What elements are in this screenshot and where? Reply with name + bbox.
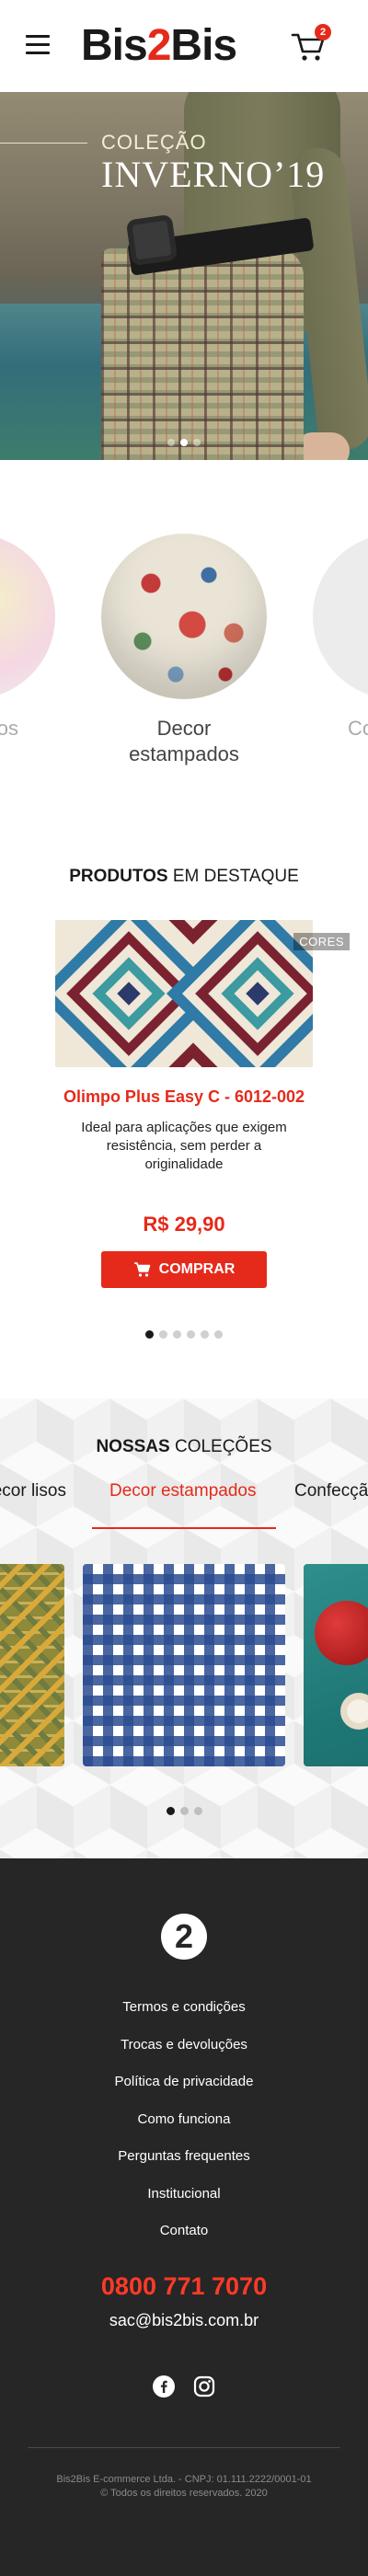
footer-link-institucional[interactable]: Institucional	[0, 2176, 368, 2214]
product-dot[interactable]	[159, 1330, 167, 1339]
collections-section: NOSSAS COLEÇÕES Decor lisos Decor estamp…	[0, 1398, 368, 1858]
tab-decor-lisos[interactable]: Decor lisos	[0, 1481, 66, 1501]
featured-products: PRODUTOS EM DESTAQUE CORES Olimpo Plus E…	[0, 810, 368, 1398]
hero-kicker: COLEÇÃO	[101, 131, 207, 154]
tab-decor-estampados[interactable]: Decor estampados	[109, 1481, 256, 1501]
tile-flower-motif	[340, 1693, 368, 1730]
collection-dot[interactable]	[179, 1807, 189, 1815]
buy-button[interactable]: COMPRAR	[101, 1251, 267, 1288]
hero-carousel-dots	[0, 434, 368, 451]
buy-button-label: COMPRAR	[158, 1261, 236, 1277]
tile-cherry-motif	[315, 1601, 368, 1665]
collection-dot-active[interactable]	[166, 1807, 175, 1815]
logo-text-bis: Bis	[81, 21, 148, 70]
cart-count-badge: 2	[315, 24, 331, 40]
shopping-cart-button[interactable]: 2	[291, 24, 331, 63]
footer-divider	[28, 2447, 340, 2448]
footer-link-como-funciona[interactable]: Como funciona	[0, 2101, 368, 2139]
collections-tabs: Decor lisos Decor estampados Confecção	[0, 1481, 368, 1518]
category-label-confeccao[interactable]: Co	[348, 716, 368, 742]
facebook-icon[interactable]	[152, 2375, 175, 2402]
site-logo[interactable]: Bis2Bis	[81, 20, 237, 72]
collection-dot[interactable]	[193, 1807, 202, 1815]
product-dot[interactable]	[201, 1330, 209, 1339]
product-dot[interactable]	[173, 1330, 181, 1339]
hero-decor-line	[0, 143, 87, 144]
product-dot[interactable]	[187, 1330, 195, 1339]
footer-link-trocas[interactable]: Trocas e devoluções	[0, 2027, 368, 2064]
category-image-estampados[interactable]	[101, 534, 267, 699]
collection-tile-gingham[interactable]	[83, 1564, 285, 1766]
collections-title: NOSSAS COLEÇÕES	[96, 1437, 272, 1456]
instagram-icon[interactable]	[193, 2375, 215, 2402]
hamburger-menu-icon[interactable]	[26, 35, 50, 55]
hero-plaid-skirt	[101, 248, 304, 460]
collection-tile-chevron[interactable]	[0, 1564, 64, 1766]
footer-link-faq[interactable]: Perguntas frequentes	[0, 2138, 368, 2176]
legal-company: Bis2Bis E-commerce Ltda. - CNPJ: 01.111.…	[56, 2474, 312, 2485]
product-name[interactable]: Olimpo Plus Easy C - 6012-002	[0, 1087, 368, 1107]
category-carousel: os Decor estampados Co	[0, 460, 368, 810]
category-image-confeccao[interactable]	[313, 534, 368, 699]
hero-title: INVERNO’19	[101, 154, 326, 195]
featured-products-title: PRODUTOS EM DESTAQUE	[69, 867, 299, 886]
category-label-estampados[interactable]: Decor estampados	[101, 716, 267, 767]
collection-tile-floral[interactable]	[304, 1564, 368, 1766]
footer-email[interactable]: sac@bis2bis.com.br	[0, 2311, 368, 2330]
product-colors-badge: CORES	[293, 933, 350, 950]
collections-carousel-dots	[0, 1803, 368, 1820]
hero-banner[interactable]: COLEÇÃO INVERNO’19	[0, 92, 368, 460]
logo-text-bis-2: Bis	[170, 21, 237, 70]
site-footer: 2 Termos e condições Trocas e devoluções…	[0, 1858, 368, 2576]
product-image[interactable]	[55, 920, 313, 1067]
footer-logo[interactable]: 2	[161, 1914, 207, 1960]
product-dot-active[interactable]	[145, 1330, 154, 1339]
product-description: Ideal para aplicações que exigem resistê…	[81, 1120, 287, 1172]
hero-dot-active[interactable]	[180, 439, 188, 446]
footer-legal: Bis2Bis E-commerce Ltda. - CNPJ: 01.111.…	[18, 2473, 350, 2501]
category-image-lisos[interactable]	[0, 534, 55, 699]
product-dot[interactable]	[214, 1330, 223, 1339]
logo-text-2: 2	[146, 21, 172, 70]
active-tab-indicator	[92, 1527, 276, 1529]
hero-dot[interactable]	[167, 439, 175, 446]
legal-copyright: © Todos os direitos reservados. 2020	[100, 2488, 268, 2499]
tab-confeccao[interactable]: Confecção	[294, 1481, 368, 1501]
product-price: R$ 29,90	[143, 1213, 225, 1236]
footer-link-contato[interactable]: Contato	[0, 2213, 368, 2250]
shopping-cart-icon	[133, 1262, 150, 1277]
social-links	[0, 2375, 368, 2402]
site-header: Bis2Bis 2	[0, 0, 368, 92]
footer-links: Termos e condições Trocas e devoluções P…	[0, 1989, 368, 2250]
product-carousel-dots	[0, 1327, 368, 1343]
hero-belt-buckle	[125, 213, 178, 267]
footer-link-termos[interactable]: Termos e condições	[0, 1989, 368, 2027]
hero-dot[interactable]	[193, 439, 201, 446]
product-pattern-image	[55, 920, 313, 1067]
footer-link-privacidade[interactable]: Política de privacidade	[0, 2064, 368, 2101]
footer-phone[interactable]: 0800 771 7070	[0, 2272, 368, 2301]
category-label-lisos[interactable]: os	[0, 716, 18, 742]
